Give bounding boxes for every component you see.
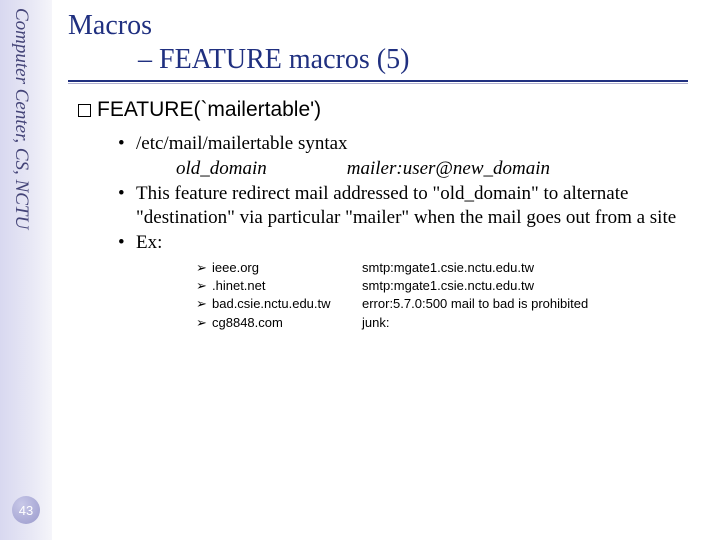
bullet-text: Ex: <box>136 232 162 253</box>
slide-content: Macros – FEATURE macros (5) FEATURE(`mai… <box>68 10 708 332</box>
example-list: ➢ ieee.org smtp:mgate1.csie.nctu.edu.tw … <box>118 259 708 332</box>
example-row: ➢ cg8848.com junk: <box>196 314 708 332</box>
slide-sidebar: Computer Center, CS, NCTU 43 <box>0 0 52 540</box>
bullet-text: /etc/mail/mailertable syntax <box>136 133 348 154</box>
example-row: ➢ bad.csie.nctu.edu.tw error:5.7.0:500 m… <box>196 295 708 313</box>
sidebar-org-text: Computer Center, CS, NCTU <box>10 8 32 229</box>
square-bullet-icon <box>78 104 91 117</box>
example-target: error:5.7.0:500 mail to bad is prohibite… <box>362 295 708 313</box>
example-domain: ieee.org <box>212 259 362 277</box>
syntax-right: mailer:user@new_domain <box>347 158 550 179</box>
example-domain: .hinet.net <box>212 277 362 295</box>
arrow-icon: ➢ <box>196 277 212 295</box>
section-heading-row: FEATURE(`mailertable') <box>78 98 708 122</box>
example-target: smtp:mgate1.csie.nctu.edu.tw <box>362 277 708 295</box>
bullet-text: This feature redirect mail addressed to … <box>136 183 676 228</box>
bullet-item: /etc/mail/mailertable syntax <box>118 132 708 156</box>
example-domain: bad.csie.nctu.edu.tw <box>212 295 362 313</box>
example-target: smtp:mgate1.csie.nctu.edu.tw <box>362 259 708 277</box>
page-number-badge: 43 <box>12 496 40 524</box>
section: FEATURE(`mailertable') /etc/mail/mailert… <box>68 98 708 332</box>
section-heading: FEATURE(`mailertable') <box>97 98 321 121</box>
example-domain: cg8848.com <box>212 314 362 332</box>
example-row: ➢ .hinet.net smtp:mgate1.csie.nctu.edu.t… <box>196 277 708 295</box>
title-underline <box>68 80 688 82</box>
bullet-item: This feature redirect mail addressed to … <box>118 182 708 230</box>
syntax-left: old_domain <box>176 158 267 179</box>
page-number: 43 <box>19 503 33 518</box>
bullet-item: Ex: <box>118 231 708 255</box>
arrow-icon: ➢ <box>196 314 212 332</box>
sidebar-org: Computer Center, CS, NCTU <box>10 8 38 328</box>
slide-title-line2: – FEATURE macros (5) <box>68 44 708 76</box>
arrow-icon: ➢ <box>196 259 212 277</box>
example-target: junk: <box>362 314 708 332</box>
arrow-icon: ➢ <box>196 295 212 313</box>
syntax-line: old_domain mailer:user@new_domain <box>118 158 708 180</box>
slide-title-line1: Macros <box>68 10 708 42</box>
example-row: ➢ ieee.org smtp:mgate1.csie.nctu.edu.tw <box>196 259 708 277</box>
bullet-list: /etc/mail/mailertable syntax old_domain m… <box>78 132 708 332</box>
